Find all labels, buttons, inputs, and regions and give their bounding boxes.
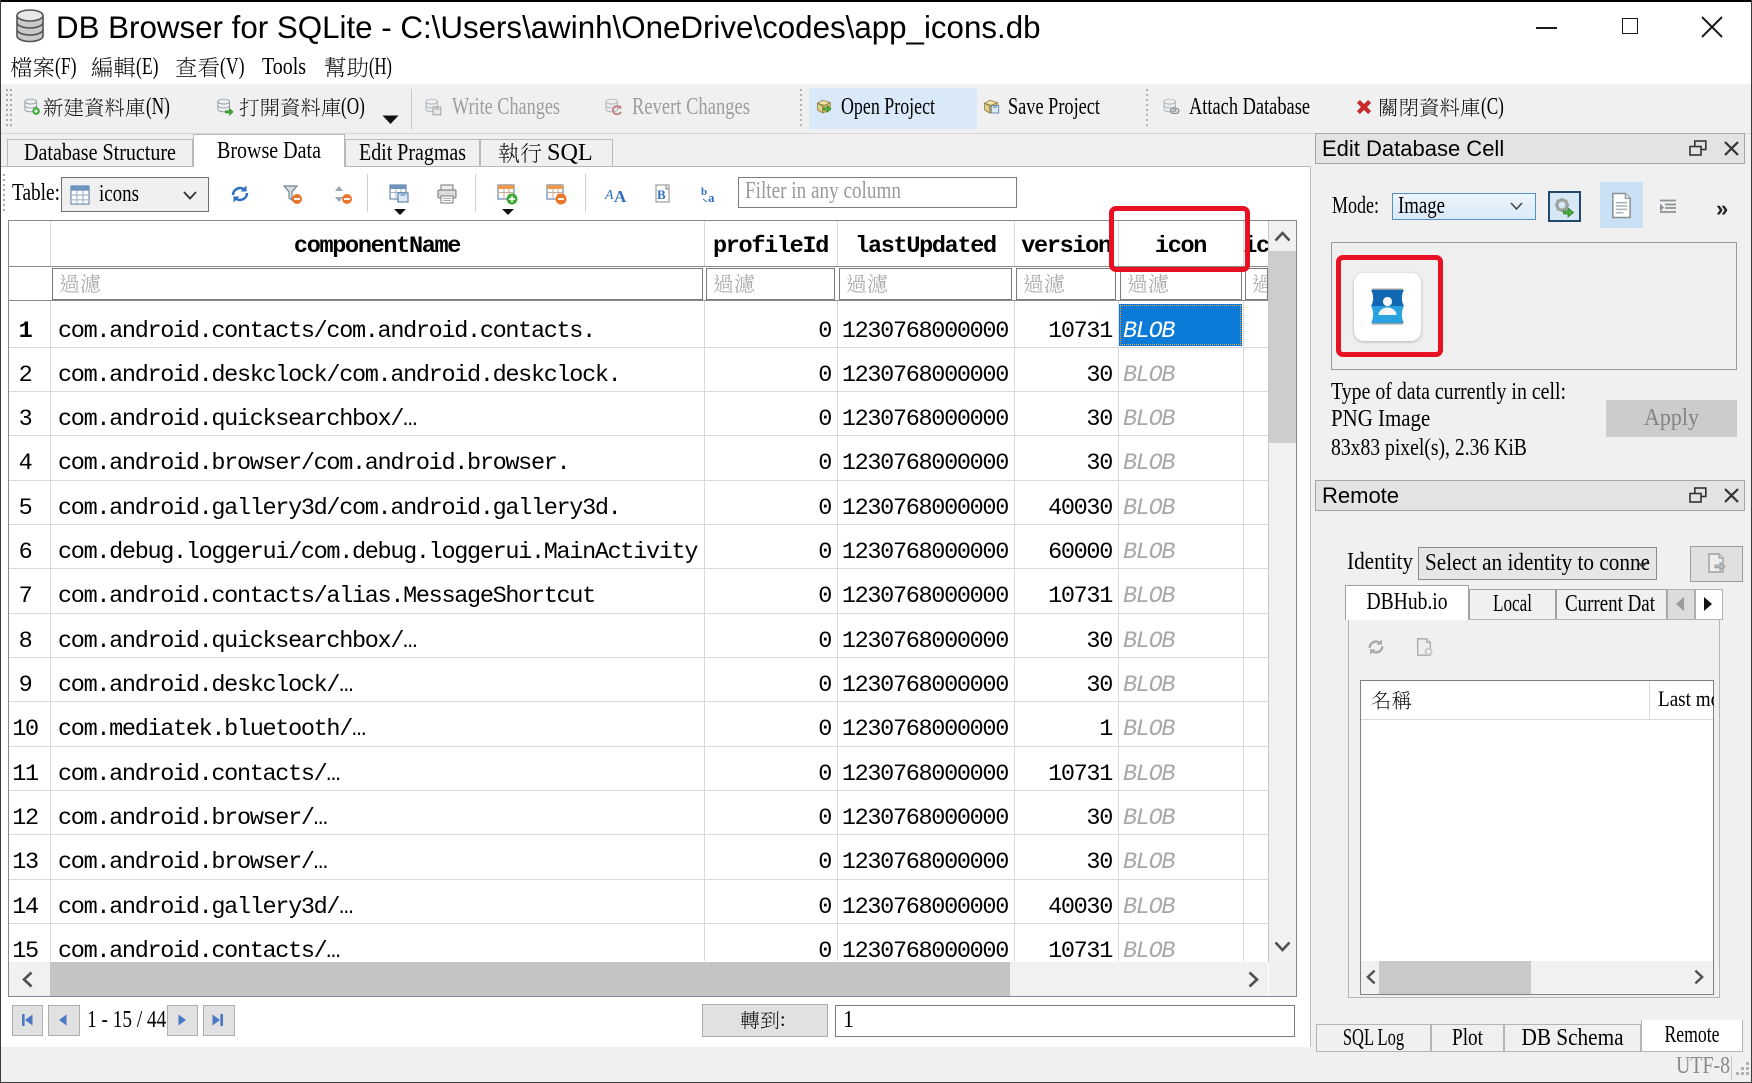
svg-text:A: A [614,187,626,205]
svg-text:a: a [708,190,715,205]
svg-text:B: B [657,187,666,202]
svg-text:b: b [701,186,707,198]
svg-text:A: A [604,188,614,203]
